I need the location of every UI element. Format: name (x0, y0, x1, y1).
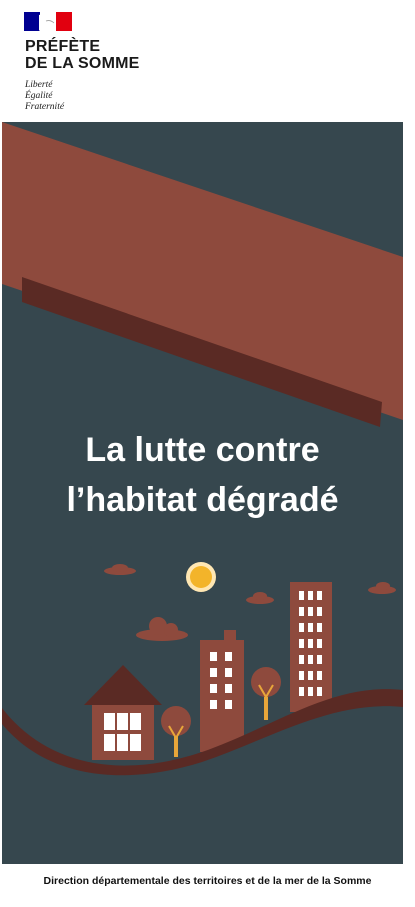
cover-title-line2: l’habitat dégradé (66, 481, 339, 519)
header: PRÉFÈTE DE LA SOMME Liberté Égalité Frat… (0, 0, 415, 125)
tall-building-icon (290, 582, 332, 712)
prefecture-name: PRÉFÈTE DE LA SOMME (25, 38, 140, 72)
motto-fraternite: Fraternité (25, 102, 65, 112)
republic-motto: Liberté Égalité Fraternité (25, 80, 64, 113)
prefecture-name-line2: DE LA SOMME (25, 55, 140, 72)
footer-organization: Direction départementale des territoires… (43, 875, 372, 887)
cover-title: La lutte contre l’habitat dégradé (2, 425, 403, 525)
motto-liberte: Liberté (25, 80, 53, 90)
prefecture-name-line1: PRÉFÈTE (25, 38, 101, 55)
sun-icon (186, 562, 216, 592)
motto-egalite: Égalité (25, 91, 53, 101)
medium-building-icon (200, 630, 244, 752)
cover-title-line1: La lutte contre (85, 431, 320, 469)
marianne-flag-icon (24, 12, 72, 31)
